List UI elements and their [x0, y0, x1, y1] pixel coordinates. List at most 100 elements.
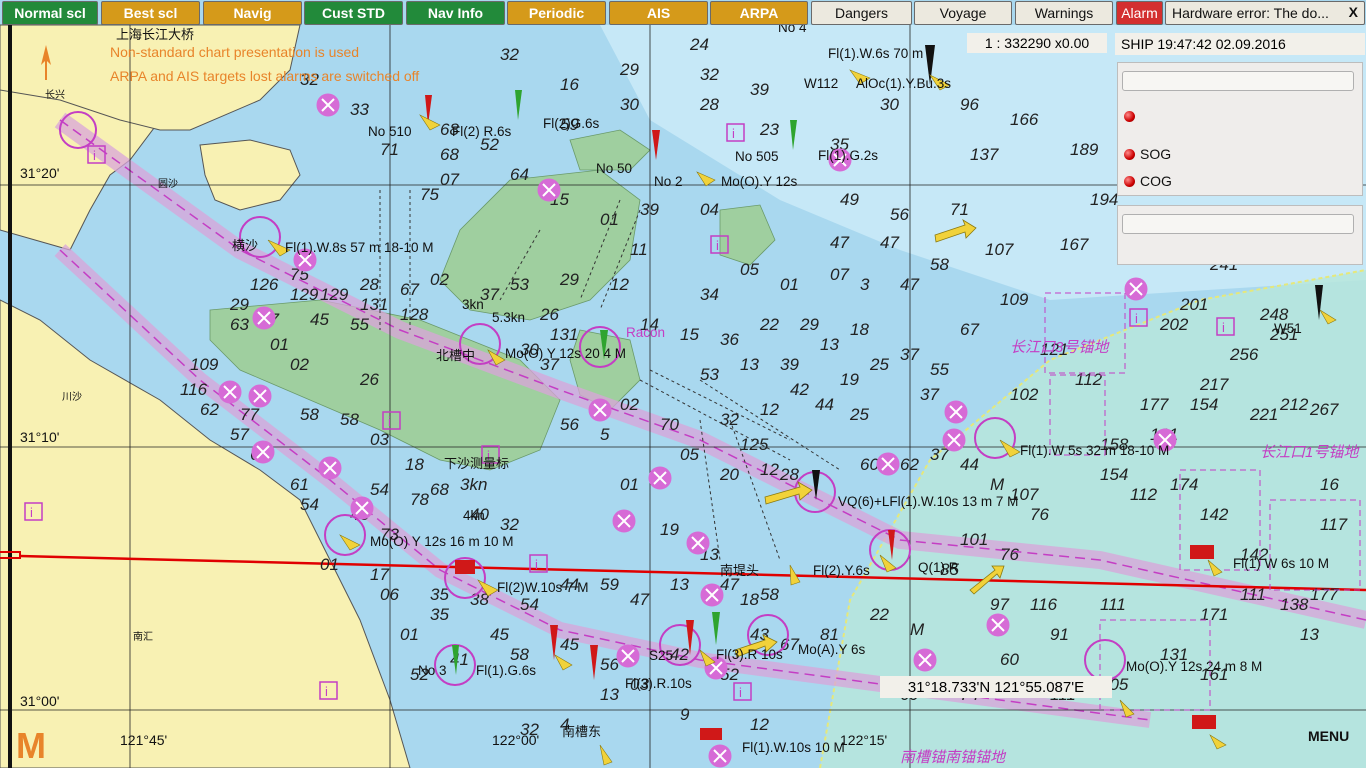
cust-std-button[interactable]: Cust STD	[304, 1, 403, 25]
svg-text:28: 28	[699, 95, 719, 114]
svg-text:131: 131	[360, 295, 388, 314]
svg-text:32: 32	[700, 65, 719, 84]
lightship-icon	[455, 560, 475, 574]
svg-text:长江口1号锚地: 长江口1号锚地	[1260, 444, 1360, 461]
svg-text:川沙: 川沙	[62, 391, 82, 403]
svg-text:31°10': 31°10'	[20, 429, 59, 445]
lightship-icon	[1190, 545, 1214, 559]
svg-text:56: 56	[890, 205, 909, 224]
svg-text:Fl(1).G.2s: Fl(1).G.2s	[818, 148, 878, 163]
svg-text:01: 01	[600, 210, 619, 229]
svg-text:129: 129	[320, 285, 349, 304]
svg-text:47: 47	[830, 233, 849, 252]
svg-text:102: 102	[1010, 385, 1039, 404]
svg-text:13: 13	[820, 335, 839, 354]
svg-text:12: 12	[760, 400, 779, 419]
svg-text:9: 9	[680, 705, 690, 724]
svg-text:171: 171	[1200, 605, 1228, 624]
svg-text:29: 29	[619, 60, 639, 79]
ais-button[interactable]: AIS	[609, 1, 708, 25]
svg-text:13: 13	[670, 575, 689, 594]
svg-text:03: 03	[370, 430, 389, 449]
hardware-error-message[interactable]: Hardware error: The do... X	[1165, 1, 1365, 25]
svg-text:29: 29	[559, 270, 579, 289]
svg-text:长兴: 长兴	[45, 89, 65, 101]
svg-text:32: 32	[500, 515, 519, 534]
best-scale-button[interactable]: Best scl	[101, 1, 200, 25]
svg-text:06: 06	[380, 585, 399, 604]
svg-text:59: 59	[600, 575, 619, 594]
svg-text:112: 112	[1130, 485, 1158, 504]
svg-text:13: 13	[740, 355, 759, 374]
dangers-button[interactable]: Dangers	[811, 1, 912, 25]
svg-text:41: 41	[450, 650, 469, 669]
secondary-field	[1122, 214, 1354, 234]
svg-text:18: 18	[740, 590, 759, 609]
svg-text:3kn: 3kn	[462, 297, 484, 312]
svg-text:56: 56	[600, 655, 619, 674]
svg-text:No 505: No 505	[735, 149, 779, 164]
danger-circle	[686, 531, 710, 555]
svg-text:23: 23	[759, 120, 779, 139]
svg-text:i: i	[93, 148, 96, 163]
arpa-button[interactable]: ARPA	[710, 1, 808, 25]
svg-text:31°00': 31°00'	[20, 693, 59, 709]
secondary-panel	[1117, 205, 1363, 265]
svg-text:54: 54	[520, 595, 539, 614]
svg-text:02: 02	[290, 355, 309, 374]
danger-circle	[316, 93, 340, 117]
svg-text:166: 166	[1010, 110, 1039, 129]
svg-text:63: 63	[230, 315, 249, 334]
svg-text:55: 55	[930, 360, 949, 379]
svg-text:58: 58	[510, 645, 529, 664]
svg-text:67: 67	[780, 635, 799, 654]
svg-text:109: 109	[1000, 290, 1029, 309]
sensor-field	[1122, 71, 1354, 91]
svg-text:W112: W112	[804, 76, 838, 91]
voyage-button[interactable]: Voyage	[914, 1, 1012, 25]
svg-text:57: 57	[230, 425, 249, 444]
svg-text:75: 75	[420, 185, 439, 204]
svg-text:78: 78	[410, 490, 429, 509]
close-icon[interactable]: X	[1349, 4, 1358, 20]
svg-text:45: 45	[560, 635, 579, 654]
svg-text:18: 18	[850, 320, 869, 339]
svg-text:i: i	[388, 414, 391, 429]
navig-button[interactable]: Navig	[203, 1, 302, 25]
svg-text:109: 109	[190, 355, 219, 374]
menu-button[interactable]: MENU	[1308, 728, 1349, 744]
svg-text:58: 58	[300, 405, 319, 424]
svg-text:22: 22	[869, 605, 889, 624]
svg-text:37: 37	[920, 385, 939, 404]
svg-text:Fl(3).R.10s: Fl(3).R.10s	[625, 676, 692, 691]
svg-text:Fl(2)G.6s: Fl(2)G.6s	[543, 116, 600, 131]
normal-scale-button[interactable]: Normal scl	[2, 1, 98, 25]
svg-text:36: 36	[720, 330, 739, 349]
svg-text:122°15': 122°15'	[840, 732, 887, 748]
danger-circle	[616, 644, 640, 668]
svg-text:61: 61	[290, 475, 309, 494]
svg-text:3: 3	[860, 275, 870, 294]
svg-text:i: i	[535, 557, 538, 572]
warnings-button[interactable]: Warnings	[1015, 1, 1113, 25]
svg-text:01: 01	[780, 275, 799, 294]
svg-text:68: 68	[440, 145, 459, 164]
chart-scale-readout[interactable]: 1 : 332290 x0.00	[967, 33, 1107, 53]
alarm-button[interactable]: Alarm	[1116, 1, 1163, 25]
svg-text:91: 91	[1050, 625, 1069, 644]
svg-text:58: 58	[760, 585, 779, 604]
danger-circle	[350, 496, 374, 520]
nav-info-button[interactable]: Nav Info	[406, 1, 505, 25]
svg-text:5: 5	[600, 425, 610, 444]
svg-text:下沙测量标: 下沙测量标	[444, 456, 509, 471]
svg-text:142: 142	[1200, 505, 1229, 524]
svg-text:5.3kn: 5.3kn	[492, 310, 525, 325]
svg-text:南槽锚南锚锚地: 南槽锚南锚锚地	[900, 749, 1007, 766]
error-text: Hardware error: The do...	[1172, 5, 1329, 21]
svg-text:Fl(1).W.8s 57 m 18-10 M: Fl(1).W.8s 57 m 18-10 M	[285, 240, 434, 255]
periodic-button[interactable]: Periodic	[507, 1, 606, 25]
svg-text:18: 18	[405, 455, 424, 474]
svg-text:174: 174	[1170, 475, 1198, 494]
svg-text:47: 47	[880, 233, 899, 252]
svg-text:W51: W51	[1274, 321, 1302, 336]
